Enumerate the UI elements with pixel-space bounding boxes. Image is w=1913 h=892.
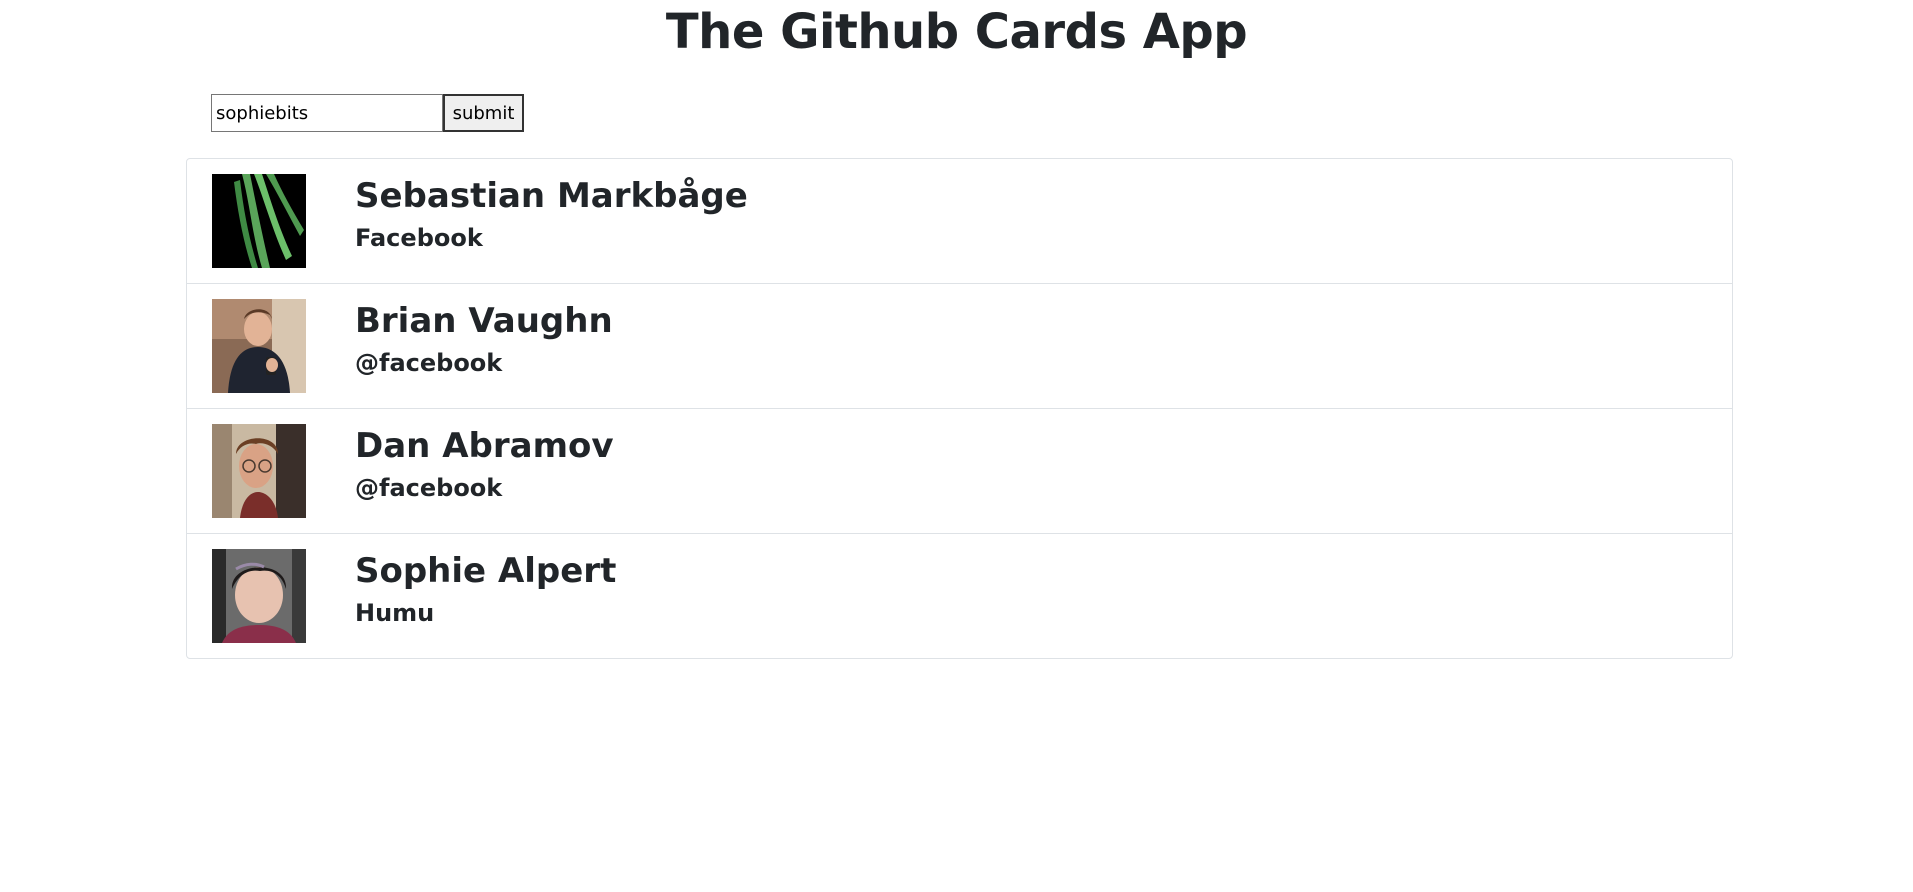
page-title: The Github Cards App — [665, 4, 1248, 60]
card-name: Brian Vaughn — [355, 301, 613, 341]
card-company: @facebook — [355, 474, 503, 502]
avatar-image-person — [212, 299, 306, 393]
username-input[interactable] — [211, 94, 443, 132]
card-info: Brian Vaughn @facebook — [355, 298, 613, 380]
avatar-image-person — [212, 549, 306, 643]
card-company: @facebook — [355, 349, 503, 377]
card-info: Sebastian Markbåge Facebook — [355, 173, 748, 255]
avatar-image-person — [212, 424, 306, 518]
card-info: Sophie Alpert Humu — [355, 548, 616, 630]
avatar — [212, 424, 306, 518]
card-name: Dan Abramov — [355, 426, 614, 466]
profile-card: Brian Vaughn @facebook — [187, 283, 1732, 408]
profile-card: Sebastian Markbåge Facebook — [187, 159, 1732, 283]
card-company: Facebook — [355, 224, 483, 252]
card-name: Sophie Alpert — [355, 551, 617, 591]
card-info: Dan Abramov @facebook — [355, 423, 614, 505]
avatar — [212, 174, 306, 268]
profile-card: Dan Abramov @facebook — [187, 408, 1732, 533]
search-form: submit — [211, 94, 524, 132]
profile-card: Sophie Alpert Humu — [187, 533, 1732, 658]
avatar — [212, 549, 306, 643]
avatar — [212, 299, 306, 393]
avatar-image-leaves — [212, 174, 306, 268]
card-list: Sebastian Markbåge Facebook Brian Vaughn… — [186, 158, 1733, 659]
card-name: Sebastian Markbåge — [355, 176, 748, 216]
card-company: Humu — [355, 599, 435, 627]
submit-button[interactable]: submit — [443, 94, 524, 132]
